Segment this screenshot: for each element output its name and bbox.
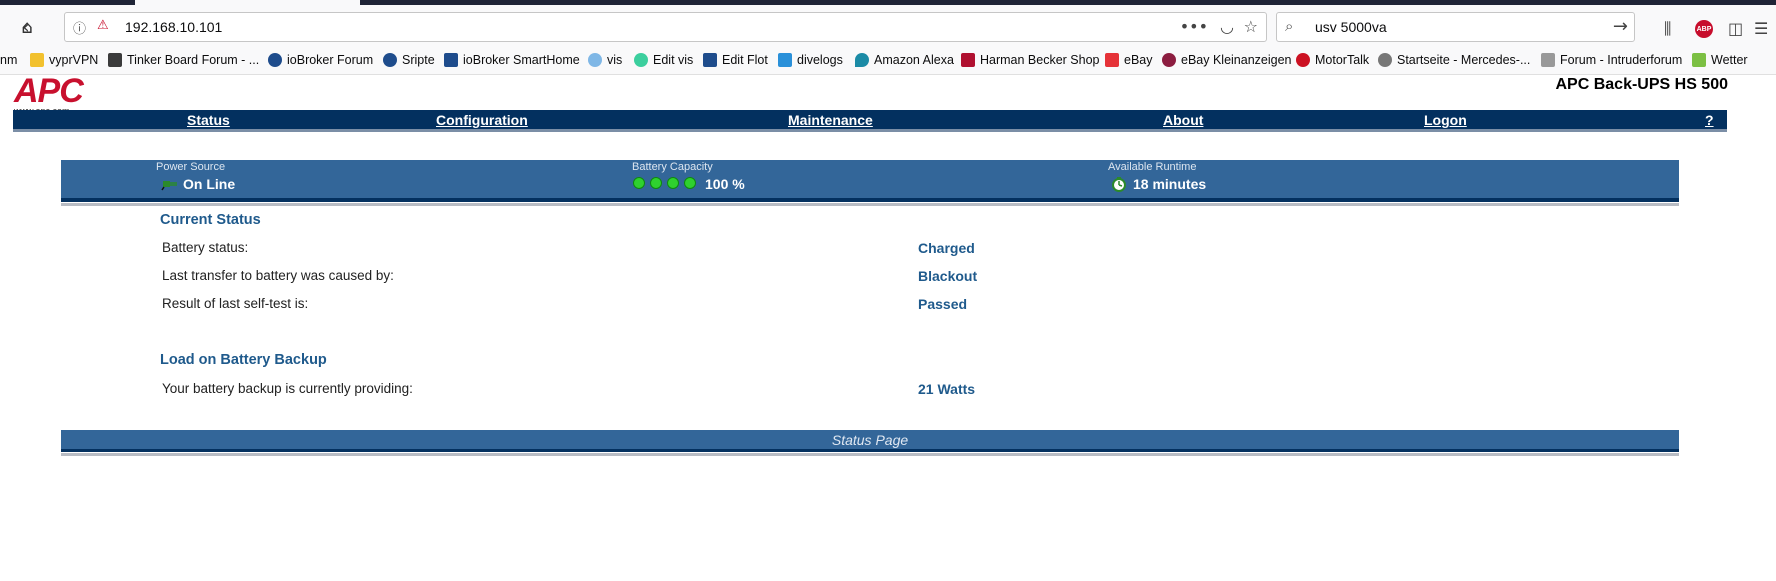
current-status-title: Current Status (160, 212, 261, 228)
last-transfer-label: Last transfer to battery was caused by: (162, 268, 394, 283)
divelogs-icon (778, 53, 792, 67)
menu-icon[interactable]: ☰ (1754, 19, 1768, 38)
vis-icon (588, 53, 602, 67)
bookmark-item[interactable]: Tinker Board Forum - ... (108, 53, 259, 67)
runtime-value: 18 minutes (1111, 176, 1206, 192)
plug-icon (161, 181, 177, 191)
main-menu: Status Configuration Maintenance About L… (13, 110, 1727, 132)
weather-icon (1692, 53, 1706, 67)
battery-dot (667, 177, 679, 189)
menu-configuration[interactable]: Configuration (436, 112, 528, 128)
iobroker-icon (444, 53, 458, 67)
pocket-icon[interactable]: ◡ (1220, 17, 1234, 36)
bookmark-item[interactable]: Wetter (1692, 53, 1748, 67)
menu-help[interactable]: ? (1705, 112, 1714, 128)
info-icon[interactable]: ⓘ (73, 18, 86, 37)
logo-text: APC (14, 72, 84, 110)
menu-about[interactable]: About (1163, 112, 1203, 128)
forum-icon (108, 53, 122, 67)
battery-dot (650, 177, 662, 189)
menu-logon[interactable]: Logon (1424, 112, 1467, 128)
url-text[interactable]: 192.168.10.101 (125, 19, 222, 35)
browser-toolbar: ‹ ⌂ ⓘ ⚠ 192.168.10.101 ••• ◡ ☆ ⌕ usv 500… (0, 5, 1776, 47)
intruder-icon (1541, 53, 1555, 67)
bookmark-item[interactable]: eBay Kleinanzeigen (1162, 53, 1292, 67)
battery-level-dots (633, 176, 701, 192)
insecure-lock-icon[interactable]: ⚠ (97, 18, 109, 33)
footer-band: Status Page (61, 430, 1679, 456)
bookmark-item[interactable]: Forum - Intruderforum (1541, 53, 1682, 67)
product-name: APC Back-UPS HS 500 (1555, 76, 1728, 93)
bookmark-item[interactable]: Sripte (383, 53, 435, 67)
iobroker-icon (383, 53, 397, 67)
sidebar-icon[interactable]: ◫ (1728, 19, 1743, 38)
mercedes-icon (1378, 53, 1392, 67)
bookmark-item[interactable]: eBay (1105, 53, 1153, 67)
bookmarks-toolbar: nm vyprVPN Tinker Board Forum - ... ioBr… (0, 47, 1776, 75)
star-icon (30, 53, 44, 67)
harman-icon (961, 53, 975, 67)
vis-edit-icon (634, 53, 648, 67)
home-icon[interactable]: ⌂ (15, 15, 39, 39)
bookmark-item[interactable]: Amazon Alexa (855, 53, 954, 67)
menu-maintenance[interactable]: Maintenance (788, 112, 873, 128)
battery-capacity-label: Battery Capacity (632, 161, 713, 173)
battery-status-value: Charged (918, 240, 975, 256)
search-icon: ⌕ (1285, 17, 1294, 35)
load-value: 21 Watts (918, 381, 976, 397)
load-title: Load on Battery Backup (160, 352, 327, 368)
bookmark-item[interactable]: Edit Flot (703, 53, 768, 67)
bookmark-item[interactable]: ioBroker Forum (268, 53, 373, 67)
battery-status-label: Battery status: (162, 240, 249, 255)
menu-status[interactable]: Status (187, 112, 230, 128)
power-source-label: Power Source (156, 161, 226, 173)
power-source-value: On Line (161, 176, 235, 192)
last-transfer-value: Blackout (918, 268, 978, 284)
bookmark-item[interactable]: Startseite - Mercedes-... (1378, 53, 1530, 67)
bookmark-star-icon[interactable]: ☆ (1244, 17, 1258, 36)
iobroker-icon (268, 53, 282, 67)
motortalk-icon (1296, 53, 1310, 67)
battery-dot (633, 177, 645, 189)
clock-icon (1112, 177, 1126, 192)
search-bar[interactable]: ⌕ usv 5000va → (1276, 12, 1635, 42)
bookmark-item[interactable]: vis (588, 53, 622, 67)
bookmark-item[interactable]: vyprVPN (30, 53, 98, 67)
battery-dot (684, 177, 696, 189)
bookmark-item[interactable]: ioBroker SmartHome (444, 53, 580, 67)
status-summary-band: Power Source On Line Battery Capacity 10… (61, 160, 1679, 206)
battery-capacity-value: 100 % (633, 176, 745, 192)
bookmark-item[interactable]: nm (0, 53, 17, 67)
library-icon[interactable]: ⫼ (1664, 19, 1671, 39)
bookmark-item[interactable]: MotorTalk (1296, 53, 1369, 67)
alexa-icon (855, 53, 869, 67)
adblock-plus-icon[interactable]: ABP (1695, 20, 1713, 38)
flot-icon (703, 53, 717, 67)
search-go-icon[interactable]: → (1613, 16, 1628, 37)
load-label: Your battery backup is currently providi… (162, 381, 413, 396)
footer-text: Status Page (831, 432, 909, 448)
bookmark-item[interactable]: divelogs (778, 53, 843, 67)
kleinanzeigen-icon (1162, 53, 1176, 67)
bookmark-item[interactable]: Harman Becker Shop (961, 53, 1100, 67)
self-test-label: Result of last self-test is: (162, 296, 309, 311)
search-input[interactable]: usv 5000va (1315, 19, 1387, 35)
ebay-icon (1105, 53, 1119, 67)
url-bar[interactable]: ⓘ ⚠ 192.168.10.101 ••• ◡ ☆ (64, 12, 1267, 42)
self-test-value: Passed (918, 296, 968, 312)
page-actions-icon[interactable]: ••• (1180, 17, 1208, 36)
runtime-label: Available Runtime (1108, 161, 1197, 173)
bookmark-item[interactable]: Edit vis (634, 53, 693, 67)
